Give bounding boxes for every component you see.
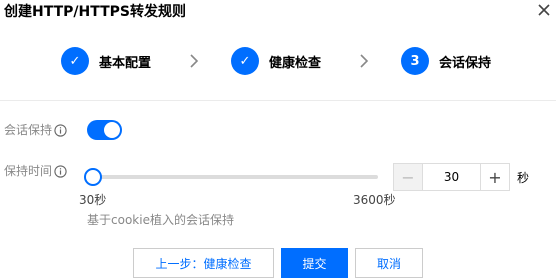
dialog-title: 创建HTTP/HTTPS转发规则 <box>4 4 186 20</box>
step-check-icon: ✓ <box>61 47 89 75</box>
slider-min-label: 30秒 <box>79 193 107 207</box>
session-persistence-label: 会话保持 <box>4 122 67 138</box>
hold-time-input[interactable] <box>423 164 480 190</box>
hold-time-unit: 秒 <box>517 171 530 185</box>
slider-max-label: 3600秒 <box>353 193 396 207</box>
info-icon[interactable] <box>54 164 67 178</box>
session-persistence-toggle[interactable] <box>87 120 122 140</box>
divider <box>0 100 556 101</box>
chevron-right-icon <box>360 54 369 68</box>
info-icon[interactable] <box>54 123 67 137</box>
step-health-check: ✓ 健康检查 <box>231 47 321 75</box>
step-number: 3 <box>401 47 429 75</box>
chevron-right-icon <box>190 54 199 68</box>
step-label: 健康检查 <box>269 55 322 71</box>
previous-step-button[interactable]: 上一步：健康检查 <box>133 248 274 278</box>
hold-time-label-text: 保持时间 <box>4 164 53 178</box>
hold-time-slider-handle[interactable] <box>84 168 102 186</box>
step-session-persistence: 3 会话保持 <box>401 47 491 75</box>
hold-time-stepper: − + <box>393 163 510 191</box>
increment-button[interactable]: + <box>480 164 509 190</box>
submit-button[interactable]: 提交 <box>281 248 348 278</box>
hold-time-label: 保持时间 <box>4 163 67 179</box>
step-label: 基本配置 <box>99 55 152 71</box>
cancel-button[interactable]: 取消 <box>355 248 423 278</box>
close-icon[interactable] <box>536 2 552 18</box>
toggle-knob <box>104 122 120 138</box>
session-persistence-label-text: 会话保持 <box>4 123 53 137</box>
step-check-icon: ✓ <box>231 47 259 75</box>
step-label: 会话保持 <box>439 55 492 71</box>
hold-time-slider-track[interactable] <box>92 175 378 179</box>
step-basic-config: ✓ 基本配置 <box>61 47 151 75</box>
hold-time-help-text: 基于cookie植入的会话保持 <box>87 213 234 227</box>
decrement-button[interactable]: − <box>394 164 423 190</box>
